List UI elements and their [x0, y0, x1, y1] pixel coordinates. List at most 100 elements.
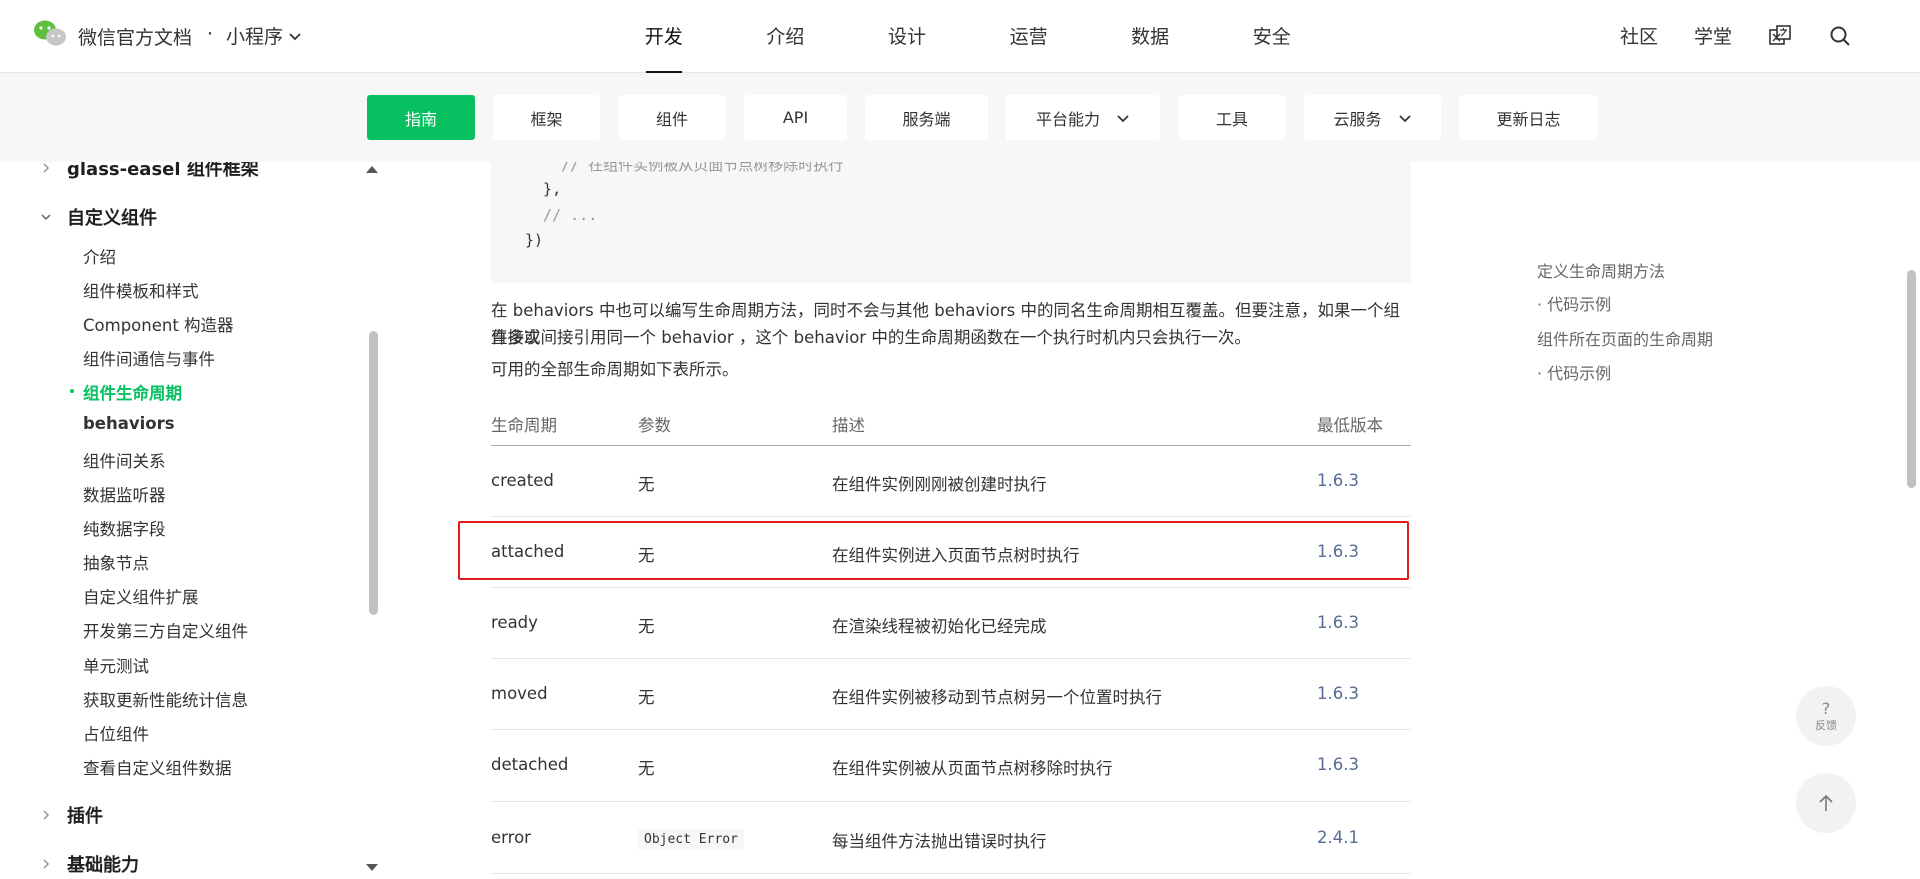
nav-item-data[interactable]: 数据: [1089, 22, 1211, 73]
toc-item[interactable]: · 代码示例: [1537, 291, 1611, 315]
feedback-label: 反馈: [1815, 718, 1837, 732]
sidebar-category-label: glass-easel 组件框架: [67, 162, 259, 180]
cell-param: 无: [638, 617, 655, 636]
column-header: 生命周期: [491, 416, 557, 435]
tab-guide[interactable]: 指南: [367, 95, 475, 140]
question-icon: ?: [1821, 698, 1831, 718]
code-line: // 在组件实例被从页面节点树移除时执行: [525, 162, 844, 174]
nav-item-intro[interactable]: 介绍: [725, 22, 847, 73]
product-switcher[interactable]: 小程序: [226, 22, 303, 49]
sidebar-item-placeholder[interactable]: 占位组件: [83, 721, 149, 745]
chevron-down-icon: [41, 214, 51, 221]
search-icon[interactable]: [1828, 24, 1852, 48]
sidebar-item-lifetimes[interactable]: 组件生命周期: [70, 380, 182, 404]
brand-title[interactable]: 微信官方文档: [78, 23, 192, 50]
community-link[interactable]: 社区: [1620, 22, 1658, 49]
tab-cloud[interactable]: 云服务: [1304, 95, 1441, 140]
cell-version: 1.6.3: [1317, 471, 1359, 490]
toc-item[interactable]: · 代码示例: [1537, 360, 1611, 384]
tab-api[interactable]: API: [744, 95, 847, 140]
wechat-logo-icon[interactable]: [33, 19, 67, 47]
tab-label: 服务端: [902, 109, 951, 129]
cell-lifecycle: created: [491, 471, 554, 490]
highlight-box: [458, 521, 1409, 580]
sub-nav-bar: 指南 框架 组件 API 服务端 平台能力 工具 云服务 更新日志: [0, 73, 1920, 162]
feedback-button[interactable]: ? 反馈: [1796, 686, 1856, 746]
column-header: 参数: [638, 416, 671, 435]
tab-server[interactable]: 服务端: [865, 95, 988, 140]
sidebar-category-basics[interactable]: 基础能力: [40, 851, 139, 877]
nav-item-design[interactable]: 设计: [846, 22, 968, 73]
scroll-down-arrow-icon[interactable]: [366, 864, 378, 871]
table-row: error Object Error 每当组件方法抛出错误时执行 2.4.1: [491, 802, 1411, 874]
chevron-right-icon: [43, 810, 50, 820]
tab-changelog[interactable]: 更新日志: [1459, 95, 1598, 140]
toc-item[interactable]: 组件所在页面的生命周期: [1537, 326, 1713, 350]
sidebar-item-view-data[interactable]: 查看自定义组件数据: [83, 755, 232, 779]
sidebar-category-label: 插件: [67, 806, 103, 827]
cell-param: Object Error: [638, 828, 744, 850]
sidebar-item-extend[interactable]: 自定义组件扩展: [83, 584, 199, 608]
column-header: 最低版本: [1317, 416, 1383, 435]
sidebar-item-pure-data[interactable]: 纯数据字段: [83, 516, 166, 540]
chevron-right-icon: [43, 859, 50, 869]
sub-nav-tabs: 指南 框架 组件 API 服务端 平台能力 工具 云服务 更新日志: [367, 95, 1616, 140]
table-row: detached 无 在组件实例被从页面节点树移除时执行 1.6.3: [491, 730, 1411, 802]
code-line: }): [525, 231, 544, 249]
tab-platform[interactable]: 平台能力: [1006, 95, 1160, 140]
cell-param: 无: [638, 688, 655, 707]
scroll-up-arrow-icon[interactable]: [366, 166, 378, 173]
sidebar-item-template-style[interactable]: 组件模板和样式: [83, 278, 199, 302]
code-block: // 在组件实例被从页面节点树移除时执行 }, // ... }): [491, 162, 1411, 283]
sidebar-item-relations[interactable]: 组件间关系: [83, 448, 166, 472]
chevron-right-icon: [43, 163, 50, 173]
code-line: },: [525, 180, 562, 198]
sidebar-item-unit-test[interactable]: 单元测试: [83, 653, 149, 677]
nav-item-dev[interactable]: 开发: [603, 22, 725, 73]
translate-icon[interactable]: [1768, 24, 1792, 48]
tab-tools[interactable]: 工具: [1178, 95, 1286, 140]
back-to-top-button[interactable]: [1796, 773, 1856, 833]
sidebar-scrollbar-thumb[interactable]: [369, 331, 378, 615]
sidebar-item-perf-stats[interactable]: 获取更新性能统计信息: [83, 687, 248, 711]
sidebar-item-events[interactable]: 组件间通信与事件: [83, 346, 215, 370]
right-nav: 社区 学堂: [1620, 22, 1920, 49]
sidebar-item-generics[interactable]: 抽象节点: [83, 550, 149, 574]
sidebar-item-observers[interactable]: 数据监听器: [83, 482, 166, 506]
nav-item-security[interactable]: 安全: [1211, 22, 1333, 73]
cell-desc: 在组件实例被从页面节点树移除时执行: [832, 759, 1113, 778]
nav-item-operations[interactable]: 运营: [968, 22, 1090, 73]
chevron-down-icon: [1398, 114, 1411, 122]
sidebar-category-glass-easel[interactable]: glass-easel 组件框架: [40, 162, 259, 181]
cell-version: 2.4.1: [1317, 828, 1359, 847]
brand-separator: ·: [207, 23, 214, 45]
page-scrollbar-thumb[interactable]: [1907, 270, 1916, 488]
sidebar-category-label: 基础能力: [67, 855, 139, 876]
table-row: moved 无 在组件实例被移动到节点树另一个位置时执行 1.6.3: [491, 659, 1411, 730]
sidebar-item-component-constructor[interactable]: Component 构造器: [83, 312, 234, 336]
cell-lifecycle: ready: [491, 613, 538, 632]
tab-label: 框架: [530, 109, 563, 129]
product-label: 小程序: [226, 26, 284, 48]
code-inline: Object Error: [638, 829, 744, 850]
tab-label: 组件: [655, 109, 688, 129]
sidebar-item-intro[interactable]: 介绍: [83, 244, 116, 268]
sidebar-category-custom-components[interactable]: 自定义组件: [40, 204, 157, 230]
cell-desc: 在组件实例被移动到节点树另一个位置时执行: [832, 688, 1162, 707]
column-header: 描述: [832, 416, 865, 435]
sidebar-item-trdparty[interactable]: 开发第三方自定义组件: [83, 618, 248, 642]
tab-framework[interactable]: 框架: [493, 95, 600, 140]
paragraph-line: 直接或间接引用同一个 behavior ，这个 behavior 中的生命周期函…: [491, 328, 1251, 347]
toc-item[interactable]: 定义生命周期方法: [1537, 258, 1665, 282]
cell-version: 1.6.3: [1317, 684, 1359, 703]
academy-link[interactable]: 学堂: [1694, 22, 1732, 49]
top-header: 微信官方文档 · 小程序 开发 介绍 设计 运营 数据 安全 社区 学堂: [0, 0, 1920, 73]
cell-param: 无: [638, 475, 655, 494]
sidebar-category-plugins[interactable]: 插件: [40, 802, 103, 828]
tab-components[interactable]: 组件: [618, 95, 726, 140]
cell-desc: 在渲染线程被初始化已经完成: [832, 617, 1047, 636]
sidebar: glass-easel 组件框架 自定义组件 介绍 组件模板和样式 Compon…: [0, 162, 384, 879]
code-line: // ...: [525, 206, 598, 224]
tab-label: 工具: [1215, 109, 1248, 129]
sidebar-item-behaviors[interactable]: behaviors: [83, 414, 175, 433]
